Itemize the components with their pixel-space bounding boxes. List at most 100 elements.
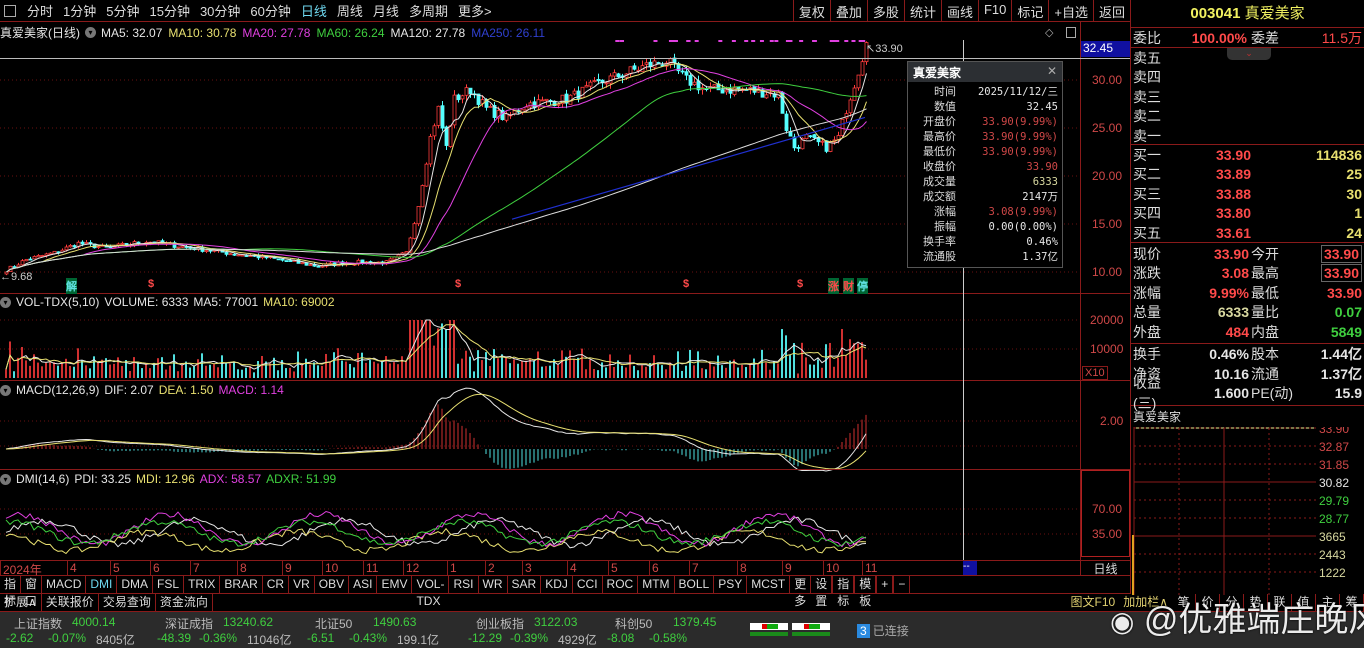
volume-bar <box>605 367 607 378</box>
indicator-tab[interactable]: DMI <box>86 576 118 593</box>
volume-bar <box>81 360 83 378</box>
indicator-tab[interactable]: MCST <box>747 576 791 593</box>
level-volume: 25 <box>1346 166 1362 183</box>
volume-bar <box>129 370 131 378</box>
indicator-tab[interactable]: VOL-TDX <box>412 576 450 608</box>
fund-value: 10.16 <box>1213 365 1249 382</box>
indicator-tab[interactable]: KDJ <box>541 576 573 593</box>
tooltip-label: 成交额 <box>923 191 956 203</box>
index-name[interactable]: 深证成指 <box>165 615 213 632</box>
indicator-tab[interactable]: ROC <box>603 576 639 593</box>
volume-bar <box>413 320 415 378</box>
sell-level[interactable]: 卖二 <box>1131 107 1364 127</box>
indicator-tab[interactable]: 窗口 <box>21 576 43 608</box>
volume-bar <box>189 367 191 378</box>
indicator-tab[interactable]: ASI <box>349 576 378 593</box>
indicator-tab[interactable]: MTM <box>638 576 675 593</box>
indicator-tab[interactable]: BRAR <box>220 576 263 593</box>
collapse-chevron-icon[interactable]: ⌄ <box>1227 48 1271 60</box>
event-marker[interactable]: 停 <box>857 278 868 294</box>
legend-dropdown-icon[interactable]: ▾ <box>0 473 11 485</box>
indicator-tab[interactable]: FSL <box>153 576 185 593</box>
extension-tab[interactable]: 交易查询 <box>99 594 156 611</box>
indicator-tab[interactable]: RSI <box>449 576 479 593</box>
legend-dropdown-icon[interactable]: ▾ <box>0 296 11 308</box>
index-name[interactable]: 创业板指 <box>476 615 524 632</box>
index-name[interactable]: 科创50 <box>615 615 652 632</box>
extension-tab[interactable]: 扩展∧ <box>0 594 42 611</box>
high-price-label: ↖33.90 <box>866 43 903 55</box>
indicator-tab[interactable]: CR <box>263 576 290 593</box>
intraday-mini-chart[interactable]: 33.90 32.87 31.85 30.82 29.79 28.77 3665 2443 12… <box>1131 427 1364 595</box>
volume-bar <box>133 357 135 378</box>
event-marker[interactable]: $ <box>797 278 803 290</box>
indicator-tab[interactable]: BOLL <box>675 576 715 593</box>
indicator-tab[interactable]: VR <box>289 576 315 593</box>
connection-status[interactable]: 3 已连接 <box>857 622 909 639</box>
volume-bar <box>349 363 351 378</box>
volume-bar <box>569 350 571 378</box>
stat-label: 最高 <box>1251 265 1279 282</box>
indicator-tab[interactable]: EMV <box>377 576 413 593</box>
indicator-tab[interactable]: DMA <box>117 576 154 593</box>
index-percent: -0.43% <box>349 631 388 645</box>
buy-level[interactable]: 买二 33.89 25 <box>1131 165 1364 185</box>
indicator-tab[interactable]: SAR <box>508 576 542 593</box>
indicator-tab[interactable]: 更多 <box>790 576 812 608</box>
event-marker[interactable]: $ <box>148 278 154 290</box>
volume-bar <box>85 365 87 378</box>
indicator-tab[interactable]: MACD <box>42 576 87 593</box>
volume-bar <box>381 361 383 378</box>
indicator-tab[interactable]: OBV <box>315 576 350 593</box>
event-marker[interactable]: $ <box>455 278 461 290</box>
tooltip-row: 流通股 1.37亿 <box>908 250 1062 265</box>
tooltip-row: 成交量 6333 <box>908 175 1062 190</box>
signal-dot <box>751 40 756 42</box>
buy-level[interactable]: 买四 33.80 1 <box>1131 204 1364 224</box>
event-marker[interactable]: 财 <box>843 278 854 294</box>
stat-value: 33.90 <box>1213 245 1249 262</box>
indicator-right-button[interactable]: 模 板 <box>854 576 877 608</box>
index-name[interactable]: 上证指数 <box>14 615 62 632</box>
stat-value: 6333 <box>1217 304 1249 321</box>
volume-bar <box>625 367 627 378</box>
candlestick <box>280 258 285 262</box>
date-tick: 4 <box>67 561 77 576</box>
indicator-right-button[interactable]: + <box>876 576 894 593</box>
sell-level[interactable]: 卖三 <box>1131 87 1364 107</box>
event-marker[interactable]: 涨 <box>828 278 839 294</box>
indicator-tab[interactable]: TRIX <box>184 576 221 593</box>
indicator-tab[interactable]: WR <box>479 576 508 593</box>
extension-tab[interactable]: 关联报价 <box>42 594 99 611</box>
extension-tab[interactable]: 资金流向 <box>156 594 213 611</box>
close-icon[interactable]: ✕ <box>1047 64 1057 80</box>
event-marker[interactable]: $ <box>683 278 689 290</box>
indicator-tab[interactable]: 指标A <box>0 576 22 625</box>
index-name[interactable]: 北证50 <box>315 615 352 632</box>
event-marker[interactable]: 解 <box>66 278 77 294</box>
buy-level[interactable]: 买五 33.61 24 <box>1131 223 1364 243</box>
volume-bar <box>345 361 347 378</box>
toolbar-button[interactable]: 返回 <box>1092 0 1130 22</box>
index-value: 1379.45 <box>673 615 717 629</box>
legend-dropdown-icon[interactable]: ▾ <box>0 384 11 396</box>
indicator-tab[interactable]: 设置 <box>811 576 833 608</box>
candlestick <box>300 262 305 265</box>
volume-bar <box>245 367 247 378</box>
volume-bar <box>121 366 123 378</box>
volume-bar <box>689 349 691 378</box>
candlestick <box>616 72 621 78</box>
sell-level[interactable]: 卖四 <box>1131 68 1364 88</box>
buy-level[interactable]: 买一 33.90 114836 <box>1131 145 1364 165</box>
indicator-right-button[interactable]: 指标B <box>832 576 855 625</box>
candlestick <box>68 244 73 248</box>
watermark-text: @优雅端庄晚风 <box>1143 601 1364 639</box>
indicator-tab[interactable]: CCI <box>573 576 603 593</box>
candlestick <box>20 258 25 266</box>
sell-level[interactable]: 卖一 <box>1131 126 1364 146</box>
volume-bar <box>353 367 355 378</box>
date-tick: 5 <box>110 561 120 576</box>
indicator-right-button[interactable]: − <box>893 576 911 593</box>
indicator-tab[interactable]: PSY <box>714 576 748 593</box>
buy-level[interactable]: 买三 33.88 30 <box>1131 184 1364 204</box>
